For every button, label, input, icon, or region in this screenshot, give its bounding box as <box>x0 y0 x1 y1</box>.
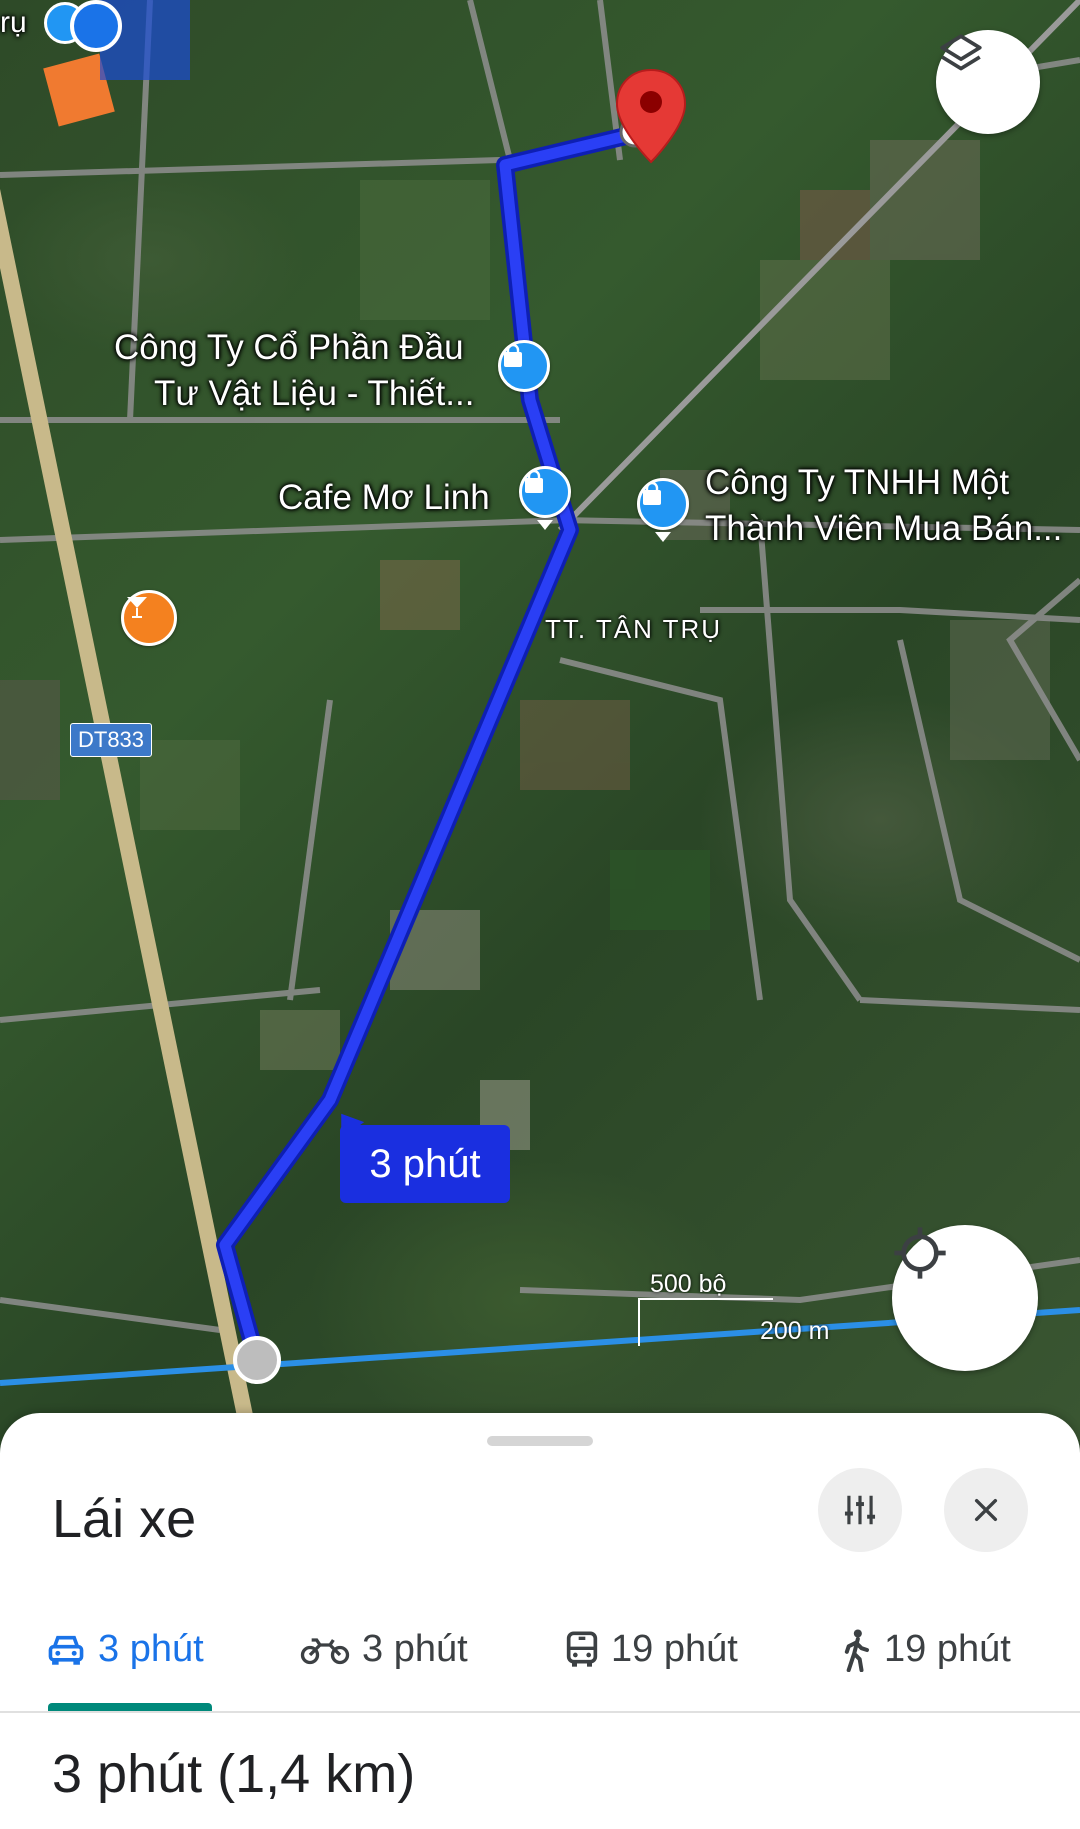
transit-icon <box>566 1631 598 1667</box>
tune-icon <box>844 1495 876 1525</box>
route-options-button[interactable] <box>818 1468 902 1552</box>
tab-driving[interactable]: 3 phút <box>46 1588 204 1711</box>
place-label-line1: Công Ty Cổ Phần Đầu <box>114 328 464 367</box>
car-icon <box>48 1635 84 1665</box>
shopping-bag-icon <box>643 481 661 505</box>
sheet-drag-handle[interactable] <box>487 1436 593 1446</box>
route-summary-time: 3 phút <box>52 1744 203 1804</box>
place-label-line1: Công Ty TNHH Một <box>705 463 1010 502</box>
red-pin-icon <box>615 68 687 164</box>
poi-cafe[interactable] <box>519 466 571 518</box>
place-label-cafe[interactable]: Cafe Mơ Linh <box>278 475 490 521</box>
map-view[interactable]: rụ Công Ty Cổ Phần Đầu Tư Vật Liệu - Thi… <box>0 0 1080 1440</box>
poi-cong-ty-tnhh[interactable] <box>637 478 689 530</box>
place-label-line2: Thành Viên Mua Bán... <box>705 509 1063 548</box>
tab-transit[interactable]: 19 phút <box>565 1588 738 1711</box>
route-summary: 3 phút (1,4 km) <box>52 1743 415 1805</box>
tab-walking[interactable]: 19 phút <box>840 1588 1011 1711</box>
scale-imperial: 500 bộ <box>650 1270 727 1298</box>
travel-mode-tabs: 3 phút 3 phút 19 phút 19 phút <box>0 1588 1080 1713</box>
close-button[interactable] <box>944 1468 1028 1552</box>
scale-bar-tick <box>638 1298 640 1346</box>
tab-motorbike[interactable]: 3 phút <box>300 1588 468 1711</box>
scale-metric: 200 m <box>760 1317 830 1345</box>
scale-bar <box>638 1298 773 1300</box>
cocktail-icon <box>127 597 147 618</box>
poi-bar[interactable] <box>121 590 177 646</box>
active-tab-indicator <box>48 1703 212 1711</box>
map-background <box>0 0 1080 1440</box>
my-location-icon <box>894 1227 946 1279</box>
shopping-bag-icon <box>504 343 522 367</box>
place-label-cong-ty-tnhh[interactable]: Công Ty TNHH Một Thành Viên Mua Bán... <box>705 460 1062 552</box>
road-shield-dt833: DT833 <box>70 723 153 757</box>
walk-icon <box>844 1628 870 1672</box>
map-scale: 500 bộ 200 m <box>638 1270 830 1346</box>
travel-mode-title: Lái xe <box>52 1489 197 1549</box>
poi-pointer <box>655 532 671 542</box>
directions-sheet: Lái xe 3 phút 3 phút 19 phút 19 phút 3 p… <box>0 1413 1080 1829</box>
tab-walking-label: 19 phút <box>884 1628 1011 1670</box>
layers-button[interactable] <box>936 30 1040 134</box>
tab-driving-label: 3 phút <box>98 1628 204 1670</box>
area-label-tan-tru: TT. TÂN TRỤ <box>545 614 723 644</box>
tab-motorbike-label: 3 phút <box>362 1628 468 1670</box>
layers-icon <box>940 34 982 71</box>
close-icon <box>974 1498 998 1522</box>
my-location-dot <box>70 0 122 52</box>
route-time-badge[interactable]: 3 phút <box>340 1125 510 1203</box>
motorbike-icon <box>300 1637 350 1664</box>
place-label-cong-ty-dau-tu[interactable]: Công Ty Cổ Phần Đầu Tư Vật Liệu - Thiết.… <box>114 325 474 417</box>
place-label-fragment: rụ <box>0 6 27 39</box>
poi-cong-ty-dau-tu[interactable] <box>498 340 550 392</box>
my-location-button[interactable] <box>892 1225 1038 1371</box>
destination-pin[interactable] <box>615 68 687 164</box>
place-label-line2: Tư Vật Liệu - Thiết... <box>154 374 475 413</box>
tab-transit-label: 19 phút <box>611 1628 738 1670</box>
route-summary-distance: (1,4 km) <box>217 1744 416 1804</box>
shopping-bag-icon <box>525 469 543 493</box>
poi-pointer <box>537 520 553 530</box>
